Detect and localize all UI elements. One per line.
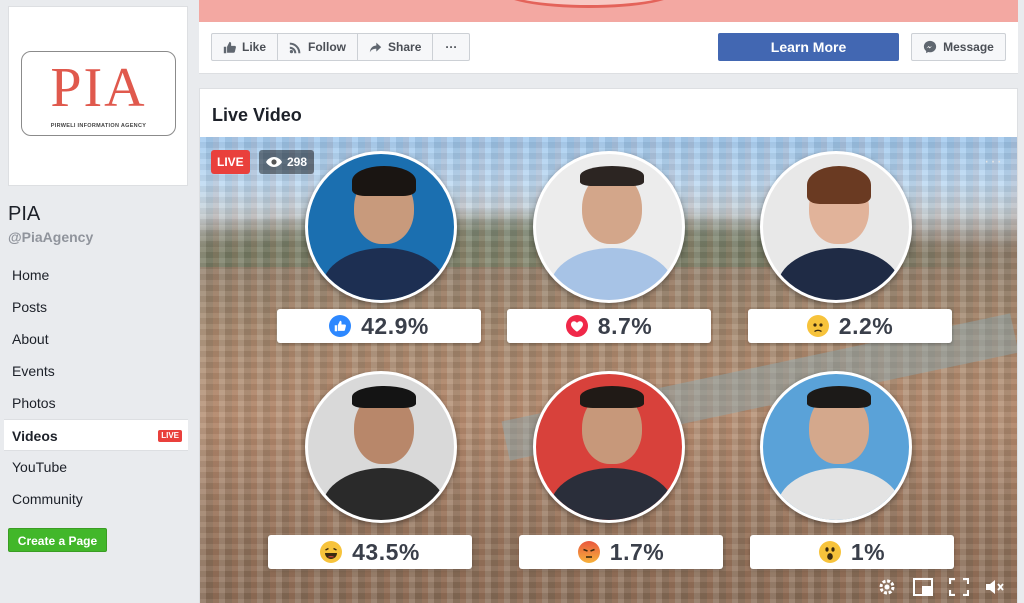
cover-photo[interactable] bbox=[199, 0, 1018, 22]
page-name[interactable]: PIA bbox=[8, 203, 40, 226]
viewer-count-badge: 298 bbox=[259, 150, 315, 174]
live-video-card: Live Video LIVE 298 ··· 42.9% 8.7% 2.2% … bbox=[199, 88, 1018, 603]
candidate-photo-4 bbox=[305, 371, 457, 523]
nav-videos[interactable]: Videos LIVE bbox=[4, 419, 188, 451]
love-reaction-icon bbox=[565, 315, 588, 337]
mute-icon[interactable] bbox=[985, 578, 1005, 596]
nav-youtube[interactable]: YouTube bbox=[4, 451, 188, 483]
share-label: Share bbox=[388, 40, 422, 54]
nav-home[interactable]: Home bbox=[4, 259, 188, 291]
logo-text: PIA bbox=[50, 57, 147, 119]
candidate-photo-3 bbox=[760, 151, 912, 303]
love-percentage: 8.7% bbox=[597, 312, 653, 339]
learn-more-button[interactable]: Learn More bbox=[718, 33, 899, 61]
action-button-group: Like Follow Share ··· bbox=[211, 33, 471, 61]
page-nav: Home Posts About Events Photos Videos LI… bbox=[4, 259, 188, 515]
video-menu-icon[interactable]: ··· bbox=[984, 153, 1003, 171]
message-label: Message bbox=[943, 40, 994, 54]
haha-percentage: 43.5% bbox=[352, 538, 420, 565]
follow-label: Follow bbox=[308, 40, 347, 54]
angry-reaction-icon bbox=[577, 541, 600, 563]
picture-in-picture-icon[interactable] bbox=[913, 578, 933, 596]
nav-posts[interactable]: Posts bbox=[4, 291, 188, 323]
cover-graphic bbox=[499, 0, 679, 8]
like-reaction-icon bbox=[329, 315, 352, 337]
nav-photos[interactable]: Photos bbox=[4, 387, 188, 419]
nav-community[interactable]: Community bbox=[4, 483, 188, 515]
viewer-count: 298 bbox=[287, 155, 308, 169]
share-button[interactable]: Share bbox=[358, 34, 434, 60]
sad-reaction-icon bbox=[806, 315, 829, 337]
sad-percentage: 2.2% bbox=[838, 312, 894, 339]
result-angry: 1.7% bbox=[519, 535, 723, 569]
settings-gear-icon[interactable] bbox=[877, 577, 897, 597]
candidate-photo-1 bbox=[305, 151, 457, 303]
rss-icon bbox=[289, 42, 301, 53]
wow-percentage: 1% bbox=[850, 538, 886, 565]
page-sidebar: PIA PIRWELI INFORMATION AGENCY PIA @PiaA… bbox=[0, 0, 198, 603]
thumbs-up-icon bbox=[223, 41, 236, 53]
like-label: Like bbox=[242, 40, 267, 54]
nav-about[interactable]: About bbox=[4, 323, 188, 355]
more-options-button[interactable]: ··· bbox=[433, 34, 469, 60]
logo-subtext: PIRWELI INFORMATION AGENCY bbox=[50, 123, 147, 129]
nav-videos-label: Videos bbox=[12, 428, 58, 444]
like-percentage: 42.9% bbox=[361, 312, 429, 339]
result-wow: 1% bbox=[750, 535, 954, 569]
message-button[interactable]: Message bbox=[911, 33, 1006, 61]
like-button[interactable]: Like bbox=[212, 34, 279, 60]
result-haha: 43.5% bbox=[268, 535, 472, 569]
result-love: 8.7% bbox=[507, 309, 711, 343]
angry-percentage: 1.7% bbox=[609, 538, 665, 565]
page-handle[interactable]: @PiaAgency bbox=[8, 229, 93, 245]
candidate-photo-5 bbox=[533, 371, 685, 523]
result-like: 42.9% bbox=[277, 309, 481, 343]
share-arrow-icon bbox=[369, 42, 382, 52]
follow-button[interactable]: Follow bbox=[278, 34, 359, 60]
create-page-button[interactable]: Create a Page bbox=[8, 528, 107, 552]
pia-logo: PIA PIRWELI INFORMATION AGENCY bbox=[21, 51, 176, 136]
candidate-photo-2 bbox=[533, 151, 685, 303]
live-badge: LIVE bbox=[211, 150, 250, 174]
haha-reaction-icon bbox=[320, 541, 343, 563]
eye-icon bbox=[266, 157, 282, 167]
nav-events[interactable]: Events bbox=[4, 355, 188, 387]
section-title: Live Video bbox=[212, 105, 302, 125]
video-player[interactable]: LIVE 298 ··· 42.9% 8.7% 2.2% 43.5% 1.7% … bbox=[200, 137, 1017, 603]
live-badge-small: LIVE bbox=[158, 430, 182, 442]
result-sad: 2.2% bbox=[748, 309, 952, 343]
messenger-icon bbox=[924, 40, 937, 54]
page-action-bar: Like Follow Share ··· Learn More Message bbox=[199, 22, 1018, 74]
fullscreen-icon[interactable] bbox=[949, 578, 969, 596]
wow-reaction-icon bbox=[818, 541, 841, 563]
player-controls bbox=[877, 570, 1017, 603]
profile-picture[interactable]: PIA PIRWELI INFORMATION AGENCY bbox=[8, 6, 188, 186]
candidate-photo-6 bbox=[760, 371, 912, 523]
